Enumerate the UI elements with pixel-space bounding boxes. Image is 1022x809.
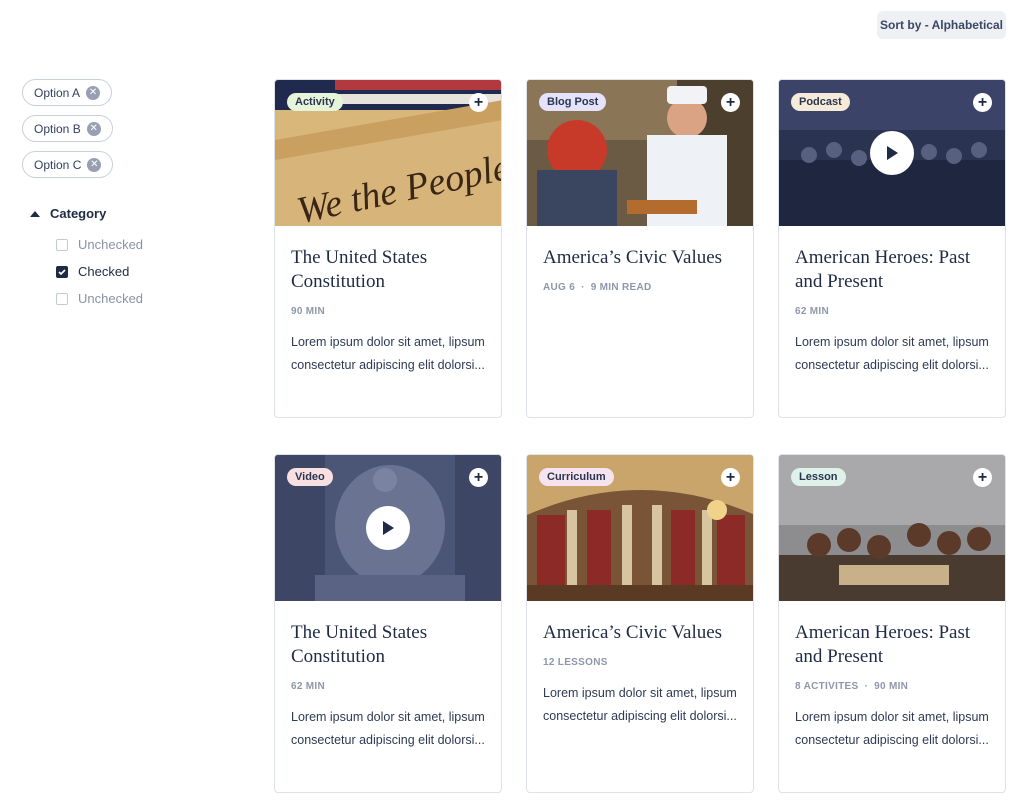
category-option-2[interactable]: Checked <box>56 264 129 279</box>
card-description: Lorem ipsum dolor sit amet, lipsum conse… <box>795 335 989 372</box>
card-description: Lorem ipsum dolor sit amet, lipsum conse… <box>795 710 989 747</box>
card-meta: 62 MIN <box>795 306 830 317</box>
filter-chip-option-b[interactable]: Option B ✕ <box>22 115 113 142</box>
close-circle-icon[interactable]: ✕ <box>86 121 101 136</box>
card-description: Lorem ipsum dolor sit amet, lipsum conse… <box>291 335 485 372</box>
type-badge: Lesson <box>791 468 846 486</box>
card-title: American Heroes: Past and Present <box>795 247 971 292</box>
card-title: The United States Constitution <box>291 247 428 292</box>
card-image-constitution: We the People Activity + <box>275 80 501 226</box>
close-circle-icon[interactable]: ✕ <box>87 157 102 172</box>
card-title: America’s Civic Values <box>543 247 723 268</box>
checkbox-label: Unchecked <box>78 291 144 306</box>
category-label: Category <box>50 206 107 221</box>
content-card[interactable]: Lesson + American Heroes: Past and Prese… <box>778 454 1006 793</box>
checkbox-label: Unchecked <box>78 237 144 252</box>
sort-button[interactable]: Sort by - Alphabetical <box>877 11 1006 39</box>
card-image-painting: Podcast + <box>779 80 1005 226</box>
type-badge: Podcast <box>791 93 850 111</box>
content-card[interactable]: Curriculum + America’s Civic Values 12 L… <box>526 454 754 793</box>
category-toggle[interactable]: Category <box>30 206 106 221</box>
filter-chip-option-c[interactable]: Option C ✕ <box>22 151 114 178</box>
content-card[interactable]: Video + The United States Constitution 6… <box>274 454 502 793</box>
card-image-rotunda: Curriculum + <box>527 455 753 601</box>
type-badge: Blog Post <box>539 93 607 111</box>
check-icon <box>58 268 66 275</box>
card-title: America’s Civic Values <box>543 622 723 643</box>
card-title: American Heroes: Past and Present <box>795 622 971 667</box>
card-meta: AUG 6 · 9 MIN READ <box>543 282 652 293</box>
type-badge: Activity <box>287 93 343 111</box>
plus-icon[interactable]: + <box>973 93 992 112</box>
card-meta: 90 MIN <box>291 306 326 317</box>
card-meta: 8 ACTIVITES · 90 MIN <box>795 681 909 692</box>
content-card[interactable]: Blog Post + America’s Civic Values AUG 6… <box>526 79 754 418</box>
close-circle-icon[interactable]: ✕ <box>86 85 101 100</box>
card-title: The United States Constitution <box>291 622 428 667</box>
checkbox[interactable] <box>56 238 68 251</box>
content-card[interactable]: Podcast + American Heroes: Past and Pres… <box>778 79 1006 418</box>
card-description: Lorem ipsum dolor sit amet, lipsum conse… <box>543 686 737 723</box>
card-image-signing: Lesson + <box>779 455 1005 601</box>
card-image-statue: Video + <box>275 455 501 601</box>
triangle-up-icon <box>30 210 40 217</box>
card-description: Lorem ipsum dolor sit amet, lipsum conse… <box>291 710 485 747</box>
card-meta: 12 LESSONS <box>543 657 608 668</box>
chip-label: Option A <box>34 85 81 100</box>
checkbox[interactable] <box>56 292 68 305</box>
plus-icon[interactable]: + <box>721 93 740 112</box>
category-option-1[interactable]: Unchecked <box>56 237 143 252</box>
plus-icon[interactable]: + <box>721 468 740 487</box>
chip-label: Option C <box>34 157 82 172</box>
checkbox-label: Checked <box>78 264 130 279</box>
category-option-3[interactable]: Unchecked <box>56 291 143 306</box>
filter-chip-option-a[interactable]: Option A ✕ <box>22 79 113 106</box>
type-badge: Video <box>287 468 333 486</box>
plus-icon[interactable]: + <box>469 468 488 487</box>
card-image-chef: Blog Post + <box>527 80 753 226</box>
chip-label: Option B <box>34 121 81 136</box>
play-icon[interactable] <box>366 506 410 550</box>
content-card[interactable]: We the People Activity + The United Stat… <box>274 79 502 418</box>
type-badge: Curriculum <box>539 468 614 486</box>
checkbox[interactable] <box>56 265 68 278</box>
play-icon[interactable] <box>870 131 914 175</box>
plus-icon[interactable]: + <box>469 93 488 112</box>
plus-icon[interactable]: + <box>973 468 992 487</box>
card-meta: 62 MIN <box>291 681 326 692</box>
